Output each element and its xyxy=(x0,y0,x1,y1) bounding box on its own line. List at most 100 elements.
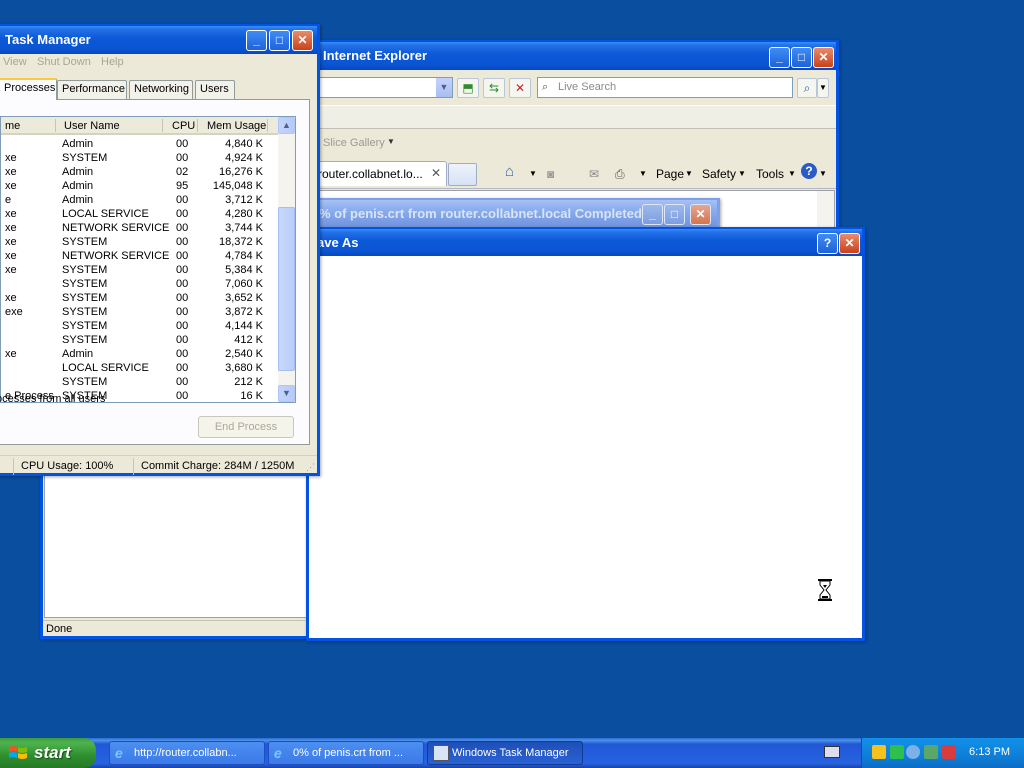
task-task-manager[interactable]: Windows Task Manager xyxy=(427,741,583,765)
feeds-icon[interactable]: ◙ xyxy=(547,167,554,181)
maximize-button[interactable]: □ xyxy=(791,47,812,68)
process-mem-usage: 3,712 K xyxy=(225,194,263,206)
col-cpu[interactable]: CPU xyxy=(172,120,195,132)
table-row[interactable]: exe SYSTEM 00 3,872 K xyxy=(1,305,281,319)
process-cpu: 00 xyxy=(176,306,189,318)
ie-status-text: Done xyxy=(46,623,73,635)
download-minimize-button[interactable]: _ xyxy=(642,204,663,225)
refresh-icon[interactable]: ⇆ xyxy=(483,78,505,98)
menu-help[interactable]: Help xyxy=(101,56,124,68)
process-image-name: xe xyxy=(5,264,17,276)
table-row[interactable]: e Admin 00 3,712 K xyxy=(1,193,281,207)
table-row[interactable]: xe SYSTEM 00 5,384 K xyxy=(1,263,281,277)
menu-view[interactable]: View xyxy=(3,56,27,68)
resize-grip-icon[interactable]: ⋰ xyxy=(306,462,315,473)
tab-processes[interactable]: Processes xyxy=(0,78,57,100)
home-icon[interactable]: ⌂ xyxy=(505,163,514,180)
tab-router[interactable]: router.collabnet.lo... ✕ xyxy=(313,161,447,186)
process-cpu: 00 xyxy=(176,250,189,262)
table-row[interactable]: xe SYSTEM 00 4,924 K xyxy=(1,151,281,165)
minimize-button[interactable]: _ xyxy=(769,47,790,68)
compat-icon[interactable]: ⬒ xyxy=(457,78,479,98)
table-row[interactable]: xe Admin 00 2,540 K xyxy=(1,347,281,361)
scroll-thumb[interactable] xyxy=(278,207,295,371)
close-button[interactable]: ✕ xyxy=(813,47,834,68)
process-user-name: LOCAL SERVICE xyxy=(62,208,149,220)
stop-icon[interactable]: ✕ xyxy=(509,78,531,98)
taskmgr-close-button[interactable]: ✕ xyxy=(292,30,313,51)
taskmgr-maximize-button[interactable]: □ xyxy=(269,30,290,51)
taskmgr-minimize-button[interactable]: _ xyxy=(246,30,267,51)
slice-gallery-chevron-icon: ▼ xyxy=(387,137,395,146)
show-all-processes-checkbox[interactable]: ocesses from all users xyxy=(0,393,105,405)
process-cpu: 00 xyxy=(176,152,189,164)
table-row[interactable]: Admin 00 4,840 K xyxy=(1,137,281,151)
tab-close-icon[interactable]: ✕ xyxy=(431,166,441,180)
table-row[interactable]: xe Admin 95 145,048 K xyxy=(1,179,281,193)
alert-shield-icon[interactable] xyxy=(942,745,956,759)
process-mem-usage: 2,540 K xyxy=(225,348,263,360)
page-menu[interactable]: Page xyxy=(656,167,684,181)
table-row[interactable]: xe NETWORK SERVICE 00 3,744 K xyxy=(1,221,281,235)
address-dropdown-icon[interactable]: ▼ xyxy=(436,78,452,97)
table-row[interactable]: xe Admin 02 16,276 K xyxy=(1,165,281,179)
taskmgr-menubar: View Shut Down Help xyxy=(0,53,317,73)
col-mem-usage[interactable]: Mem Usage xyxy=(207,120,266,132)
security-shield-icon[interactable] xyxy=(872,745,886,759)
process-cpu: 00 xyxy=(176,194,189,206)
safety-menu[interactable]: Safety xyxy=(702,167,736,181)
table-row[interactable]: SYSTEM 00 212 K xyxy=(1,375,281,389)
tools-menu[interactable]: Tools xyxy=(756,167,784,181)
process-list-scrollbar[interactable]: ▲ ▼ xyxy=(278,117,295,402)
tab-users[interactable]: Users xyxy=(195,80,235,99)
print-chevron-icon[interactable]: ▼ xyxy=(639,169,647,178)
col-image-name[interactable]: me xyxy=(5,120,20,132)
slice-gallery-link[interactable]: Slice Gallery xyxy=(323,137,385,149)
scroll-up-icon[interactable]: ▲ xyxy=(278,117,295,134)
table-row[interactable]: xe SYSTEM 00 3,652 K xyxy=(1,291,281,305)
help-icon[interactable]: ? xyxy=(817,233,838,254)
search-options-icon[interactable]: ▼ xyxy=(817,78,829,98)
table-row[interactable]: SYSTEM 00 412 K xyxy=(1,333,281,347)
task-label: http://router.collabn... xyxy=(134,747,237,759)
tab-label: Users xyxy=(200,83,229,95)
help-icon[interactable]: ? xyxy=(801,163,817,179)
search-input[interactable]: ⌕ Live Search xyxy=(537,77,793,98)
tab-performance[interactable]: Performance xyxy=(57,80,127,99)
process-user-name: SYSTEM xyxy=(62,292,108,304)
home-chevron-icon[interactable]: ▼ xyxy=(529,169,537,178)
process-user-name: SYSTEM xyxy=(62,376,108,388)
volume-icon[interactable] xyxy=(906,745,920,759)
mail-icon[interactable]: ✉ xyxy=(589,167,599,181)
download-maximize-button[interactable]: □ xyxy=(664,204,685,225)
search-button-icon[interactable]: ⌕ xyxy=(797,78,817,98)
new-tab-button[interactable] xyxy=(448,163,477,186)
table-row[interactable]: xe SYSTEM 00 18,372 K xyxy=(1,235,281,249)
help-chevron-icon[interactable]: ▼ xyxy=(819,169,827,178)
table-row[interactable]: xe LOCAL SERVICE 00 4,280 K xyxy=(1,207,281,221)
end-process-button[interactable]: End Process xyxy=(198,416,294,438)
task-ie-router[interactable]: e http://router.collabn... xyxy=(109,741,265,765)
process-list[interactable]: me User Name CPU Mem Usage Admin 00 4,840 … xyxy=(0,116,296,403)
close-icon[interactable]: ✕ xyxy=(839,233,860,254)
table-row[interactable]: SYSTEM 00 7,060 K xyxy=(1,277,281,291)
task-download[interactable]: e 0% of penis.crt from ... xyxy=(268,741,424,765)
process-image-name: xe xyxy=(5,236,17,248)
keyboard-icon[interactable] xyxy=(824,746,840,758)
print-icon[interactable]: ⎙ xyxy=(615,167,625,182)
tab-networking[interactable]: Networking xyxy=(129,80,193,99)
download-close-button[interactable]: ✕ xyxy=(690,204,711,225)
start-button[interactable]: start xyxy=(0,738,96,768)
task-manager-window[interactable]: Task Manager _ □ ✕ View Shut Down Help P… xyxy=(0,24,320,476)
menu-shut-down[interactable]: Shut Down xyxy=(37,56,91,68)
network-icon[interactable] xyxy=(890,745,904,759)
scroll-down-icon[interactable]: ▼ xyxy=(278,385,295,402)
table-row[interactable]: LOCAL SERVICE 00 3,680 K xyxy=(1,361,281,375)
update-icon[interactable] xyxy=(924,745,938,759)
save-as-titlebar[interactable]: ave As xyxy=(309,229,862,256)
process-cpu: 00 xyxy=(176,264,189,276)
table-row[interactable]: xe NETWORK SERVICE 00 4,784 K xyxy=(1,249,281,263)
save-as-dialog[interactable]: ave As ? ✕ xyxy=(306,227,865,641)
col-user-name[interactable]: User Name xyxy=(64,120,120,132)
table-row[interactable]: SYSTEM 00 4,144 K xyxy=(1,319,281,333)
